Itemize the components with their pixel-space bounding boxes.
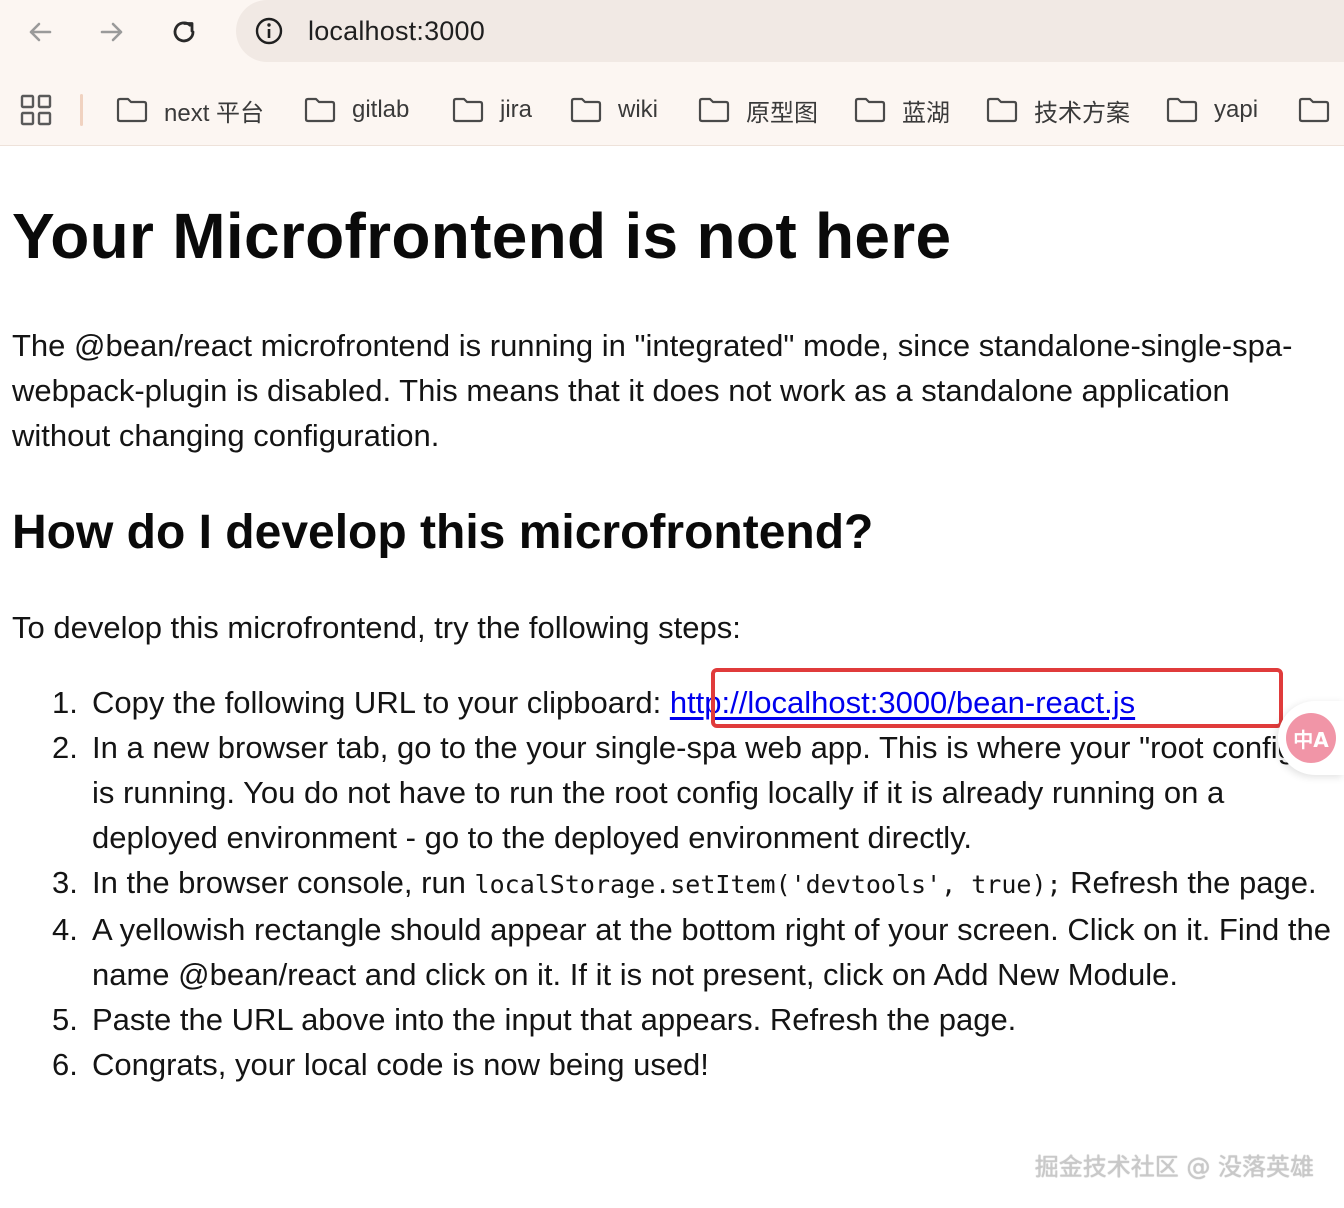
- bookmarks-bar: next 平台 gitlab jira wiki 原型图 蓝湖 技术方案 yap…: [0, 80, 1344, 140]
- folder-icon: [304, 97, 336, 123]
- browser-chrome: localhost:3000 next 平台 gitlab jira wiki: [0, 0, 1344, 146]
- translate-widget[interactable]: 中A: [1278, 701, 1344, 775]
- section-heading: How do I develop this microfrontend?: [12, 506, 874, 559]
- step-number: 6.: [52, 1047, 78, 1082]
- step-text: Paste the URL above into the input that …: [92, 1002, 1017, 1037]
- bookmark-label: wiki: [618, 96, 658, 123]
- apps-grid-icon[interactable]: [20, 94, 52, 126]
- bookmark-tech-plan[interactable]: 技术方案: [986, 90, 1130, 130]
- step-number: 4.: [52, 912, 78, 947]
- list-item: 6. Congrats, your local code is now bein…: [52, 1042, 1332, 1087]
- folder-icon: [116, 97, 148, 123]
- reload-icon: [173, 21, 195, 43]
- steps-intro: To develop this microfrontend, try the f…: [12, 610, 741, 645]
- page-content: Your Microfrontend is not here The @bean…: [0, 147, 1344, 1208]
- folder-icon: [452, 97, 484, 123]
- list-item: 3. In the browser console, run localStor…: [52, 860, 1332, 907]
- step-text: A yellowish rectangle should appear at t…: [92, 912, 1331, 992]
- step-number: 3.: [52, 865, 78, 900]
- arrow-left-icon: [29, 22, 52, 42]
- folder-icon: [986, 97, 1018, 123]
- devtools-code: localStorage.setItem('devtools', true);: [474, 870, 1062, 899]
- reload-button[interactable]: [164, 12, 204, 52]
- bookmark-label: yapi: [1214, 96, 1259, 123]
- bookmark-label: gitlab: [352, 96, 410, 123]
- bookmark-yapi[interactable]: yapi: [1166, 90, 1258, 130]
- folder-icon: [854, 97, 886, 123]
- folder-icon: [1166, 97, 1198, 123]
- list-item: 1. Copy the following URL to your clipbo…: [52, 680, 1332, 725]
- intro-paragraph: The @bean/react microfrontend is running…: [12, 328, 1293, 453]
- folder-icon: [698, 97, 730, 123]
- translate-icon[interactable]: 中A: [1286, 713, 1336, 763]
- watermark: 掘金技术社区 @ 没落英雄: [1034, 1153, 1314, 1181]
- bookmark-jira[interactable]: jira: [452, 90, 532, 130]
- bookmark-label: 蓝湖: [902, 99, 950, 127]
- step-text: In the browser console, run: [92, 865, 475, 900]
- bookmark-next[interactable]: next 平台: [116, 90, 264, 130]
- address-bar[interactable]: localhost:3000: [236, 0, 1344, 62]
- arrow-right-icon: [100, 22, 123, 42]
- step-number: 1.: [52, 685, 78, 720]
- bookmark-overflow[interactable]: [1298, 90, 1344, 130]
- bookmark-wiki[interactable]: wiki: [570, 90, 658, 130]
- bookmark-gitlab[interactable]: gitlab: [304, 90, 409, 130]
- step-text: Congrats, your local code is now being u…: [92, 1047, 709, 1082]
- step-number: 5.: [52, 1002, 78, 1037]
- step-number: 2.: [52, 730, 78, 765]
- bookmark-label: 原型图: [746, 99, 818, 127]
- forward-button[interactable]: [92, 12, 132, 52]
- folder-icon: [1298, 97, 1330, 123]
- list-item: 4. A yellowish rectangle should appear a…: [52, 907, 1332, 997]
- list-item: 2. In a new browser tab, go to the your …: [52, 725, 1332, 860]
- bookmark-label: 技术方案: [1034, 99, 1130, 127]
- site-info-icon[interactable]: [252, 14, 286, 48]
- bundle-url-link[interactable]: http://localhost:3000/bean-react.js: [670, 685, 1135, 720]
- address-url: localhost:3000: [308, 15, 485, 46]
- page-title: Your Microfrontend is not here: [12, 200, 952, 272]
- back-button[interactable]: [20, 12, 60, 52]
- bookmark-lanhu[interactable]: 蓝湖: [854, 90, 950, 130]
- list-item: 5. Paste the URL above into the input th…: [52, 997, 1332, 1042]
- step-text: In a new browser tab, go to the your sin…: [92, 730, 1306, 855]
- step-text: Refresh the page.: [1061, 865, 1317, 900]
- steps-list: 1. Copy the following URL to your clipbo…: [52, 680, 1332, 1087]
- folder-icon: [570, 97, 602, 123]
- bookmark-prototype[interactable]: 原型图: [698, 90, 818, 130]
- bookmark-label: jira: [500, 96, 533, 123]
- bookmarks-divider: [80, 94, 83, 126]
- step-text: Copy the following URL to your clipboard…: [92, 685, 670, 720]
- bookmark-label: next 平台: [164, 99, 265, 127]
